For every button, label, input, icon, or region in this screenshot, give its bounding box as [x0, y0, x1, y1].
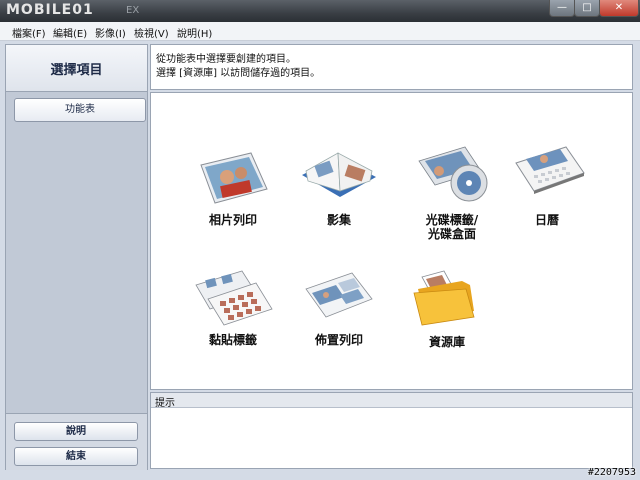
instruction-box: 從功能表中選擇要創建的項目。 選擇 [資源庫] 以訪問儲存過的項目。 [150, 44, 633, 90]
menu-file[interactable]: 檔案(F) [12, 25, 46, 40]
menu-image[interactable]: 影像(I) [95, 25, 126, 40]
photo-album-icon [302, 152, 376, 197]
disc-label-icon [418, 146, 488, 202]
menu-help[interactable]: 說明(H) [177, 25, 212, 40]
sidebar-bottom: 說明 結束 [6, 413, 147, 470]
tile-layout-print-label: 佈置列印 [314, 333, 363, 347]
function-menu-panel: 相片列印 影集 光碟標籤/ 光碟盒面 日曆 黏貼標籤 佈置列印 資源庫 [150, 92, 633, 390]
tile-layout-print[interactable]: 佈置列印 [287, 265, 391, 375]
tile-sticker-label: 黏貼標籤 [208, 333, 257, 347]
hint-header-label: 提示 [155, 398, 175, 409]
tile-photo-print[interactable]: 相片列印 [181, 145, 285, 255]
tile-disc-label-label-line1: 光碟標籤/ [425, 213, 479, 227]
sticker-icon [195, 270, 273, 326]
app-title-suffix: EX [126, 5, 140, 16]
exit-button[interactable]: 結束 [14, 447, 138, 466]
library-folder-icon [413, 270, 475, 326]
menu-view[interactable]: 檢視(V) [134, 25, 169, 40]
calendar-icon [515, 146, 585, 194]
title-bar: MOBILE01 EX — □ ✕ [0, 0, 640, 22]
tile-photo-album-label: 影集 [326, 213, 351, 227]
tile-photo-print-label: 相片列印 [208, 213, 257, 227]
tile-calendar-label: 日曆 [534, 213, 559, 227]
sidebar: 選擇項目 功能表 說明 結束 [5, 44, 148, 470]
maximize-button[interactable]: □ [574, 0, 600, 17]
photo-print-icon [200, 152, 268, 204]
tab-function-menu[interactable]: 功能表 [14, 98, 146, 122]
tile-sticker[interactable]: 黏貼標籤 [181, 265, 285, 375]
menu-bar: 檔案(F) 編輯(E) 影像(I) 檢視(V) 說明(H) [0, 22, 640, 41]
app-title-logo: MOBILE01 [6, 2, 94, 18]
instruction-line-1: 從功能表中選擇要創建的項目。 [156, 54, 296, 65]
sidebar-header: 選擇項目 [6, 45, 147, 92]
instruction-line-2: 選擇 [資源庫] 以訪問儲存過的項目。 [156, 68, 321, 79]
tab-function-menu-label: 功能表 [65, 104, 95, 115]
layout-print-icon [305, 272, 373, 318]
tile-disc-label[interactable]: 光碟標籤/ 光碟盒面 [400, 141, 504, 251]
hint-header: 提示 [151, 393, 632, 409]
tile-library-label: 資源庫 [428, 335, 465, 349]
sidebar-title: 選擇項目 [50, 63, 103, 78]
hint-panel: 提示 [150, 392, 633, 469]
menu-edit[interactable]: 編輯(E) [53, 25, 87, 40]
tile-disc-label-label-line2: 光碟盒面 [427, 227, 476, 241]
watermark: #2207953 [587, 467, 636, 478]
help-button[interactable]: 說明 [14, 422, 138, 441]
minimize-button[interactable]: — [549, 0, 575, 17]
tile-photo-album[interactable]: 影集 [287, 141, 391, 251]
tile-library[interactable]: 資源庫 [395, 263, 499, 373]
tile-calendar[interactable]: 日曆 [495, 141, 599, 251]
close-button[interactable]: ✕ [599, 0, 639, 17]
